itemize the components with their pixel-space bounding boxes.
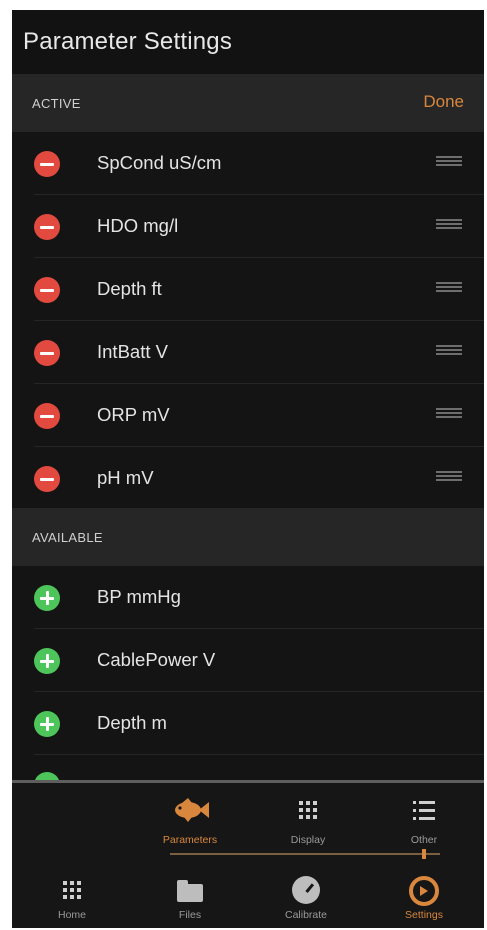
add-parameter-icon[interactable] — [34, 711, 60, 737]
parameter-settings-screen: Parameter Settings ACTIVE Done SpCond uS… — [12, 10, 484, 928]
remove-parameter-icon[interactable] — [34, 403, 60, 429]
active-parameter-row: SpCond uS/cm — [12, 132, 484, 195]
remove-parameter-icon[interactable] — [34, 277, 60, 303]
add-parameter-icon[interactable] — [34, 772, 60, 780]
list-icon — [413, 801, 435, 821]
available-section-header: AVAILABLE — [12, 508, 484, 566]
active-section-header: ACTIVE Done — [12, 74, 484, 132]
active-parameter-row: Depth ft — [12, 258, 484, 321]
parameter-label: pH mV — [97, 467, 154, 488]
grid-icon — [63, 881, 81, 899]
tab-display[interactable]: Display — [268, 791, 348, 846]
partial-parameter-row — [12, 766, 484, 780]
done-button[interactable]: Done — [423, 92, 464, 112]
tab-label: Parameters — [162, 834, 218, 846]
active-parameter-row: ORP mV — [12, 384, 484, 447]
parameter-label: IntBatt V — [97, 341, 168, 362]
available-parameter-row: Depth m — [12, 692, 484, 755]
parameter-label: ORP mV — [97, 404, 170, 425]
add-parameter-icon[interactable] — [34, 585, 60, 611]
active-section-label: ACTIVE — [32, 96, 81, 111]
drag-handle-icon[interactable] — [436, 345, 462, 359]
tab-settings[interactable]: Settings — [384, 871, 464, 926]
subtab-indicator-line — [170, 853, 440, 855]
available-parameter-row: CablePower V — [12, 629, 484, 692]
settings-icon — [409, 876, 439, 906]
tab-label: Calibrate — [284, 909, 328, 921]
drag-handle-icon[interactable] — [436, 156, 462, 170]
remove-parameter-icon[interactable] — [34, 214, 60, 240]
drag-handle-icon[interactable] — [436, 282, 462, 296]
tab-other[interactable]: Other — [384, 791, 464, 846]
parameter-label: Depth ft — [97, 278, 162, 299]
available-section-label: AVAILABLE — [32, 530, 103, 545]
drag-handle-icon[interactable] — [436, 219, 462, 233]
parameter-label: Depth m — [97, 712, 167, 733]
tab-label: Home — [57, 909, 86, 921]
active-parameter-row: pH mV — [12, 447, 484, 510]
gauge-icon — [292, 876, 320, 904]
subtab-indicator-marker — [422, 849, 426, 859]
bottom-navigation: Parameters Display Other Home Files Cali… — [12, 780, 484, 928]
tab-calibrate[interactable]: Calibrate — [266, 871, 346, 926]
active-parameter-row: IntBatt V — [12, 321, 484, 384]
parameter-label: HDO mg/l — [97, 215, 179, 236]
tab-label: Files — [178, 909, 202, 921]
tab-label: Settings — [405, 909, 443, 921]
parameter-label: BP mmHg — [97, 586, 181, 607]
folder-icon — [177, 880, 203, 902]
title-bar: Parameter Settings — [12, 10, 484, 74]
fish-icon — [175, 798, 209, 822]
available-parameter-row: BP mmHg — [12, 566, 484, 629]
tab-files[interactable]: Files — [150, 871, 230, 926]
add-parameter-icon[interactable] — [34, 648, 60, 674]
active-parameter-row: HDO mg/l — [12, 195, 484, 258]
remove-parameter-icon[interactable] — [34, 340, 60, 366]
parameter-label: SpCond uS/cm — [97, 152, 222, 173]
grid-icon — [299, 801, 317, 819]
tab-label: Other — [410, 834, 438, 846]
page-title: Parameter Settings — [23, 28, 233, 55]
parameter-label: CablePower V — [97, 649, 216, 670]
tab-parameters[interactable]: Parameters — [145, 791, 235, 846]
remove-parameter-icon[interactable] — [34, 151, 60, 177]
remove-parameter-icon[interactable] — [34, 466, 60, 492]
drag-handle-icon[interactable] — [436, 408, 462, 422]
tab-label: Display — [290, 834, 326, 846]
tab-home[interactable]: Home — [32, 871, 112, 926]
drag-handle-icon[interactable] — [436, 471, 462, 485]
